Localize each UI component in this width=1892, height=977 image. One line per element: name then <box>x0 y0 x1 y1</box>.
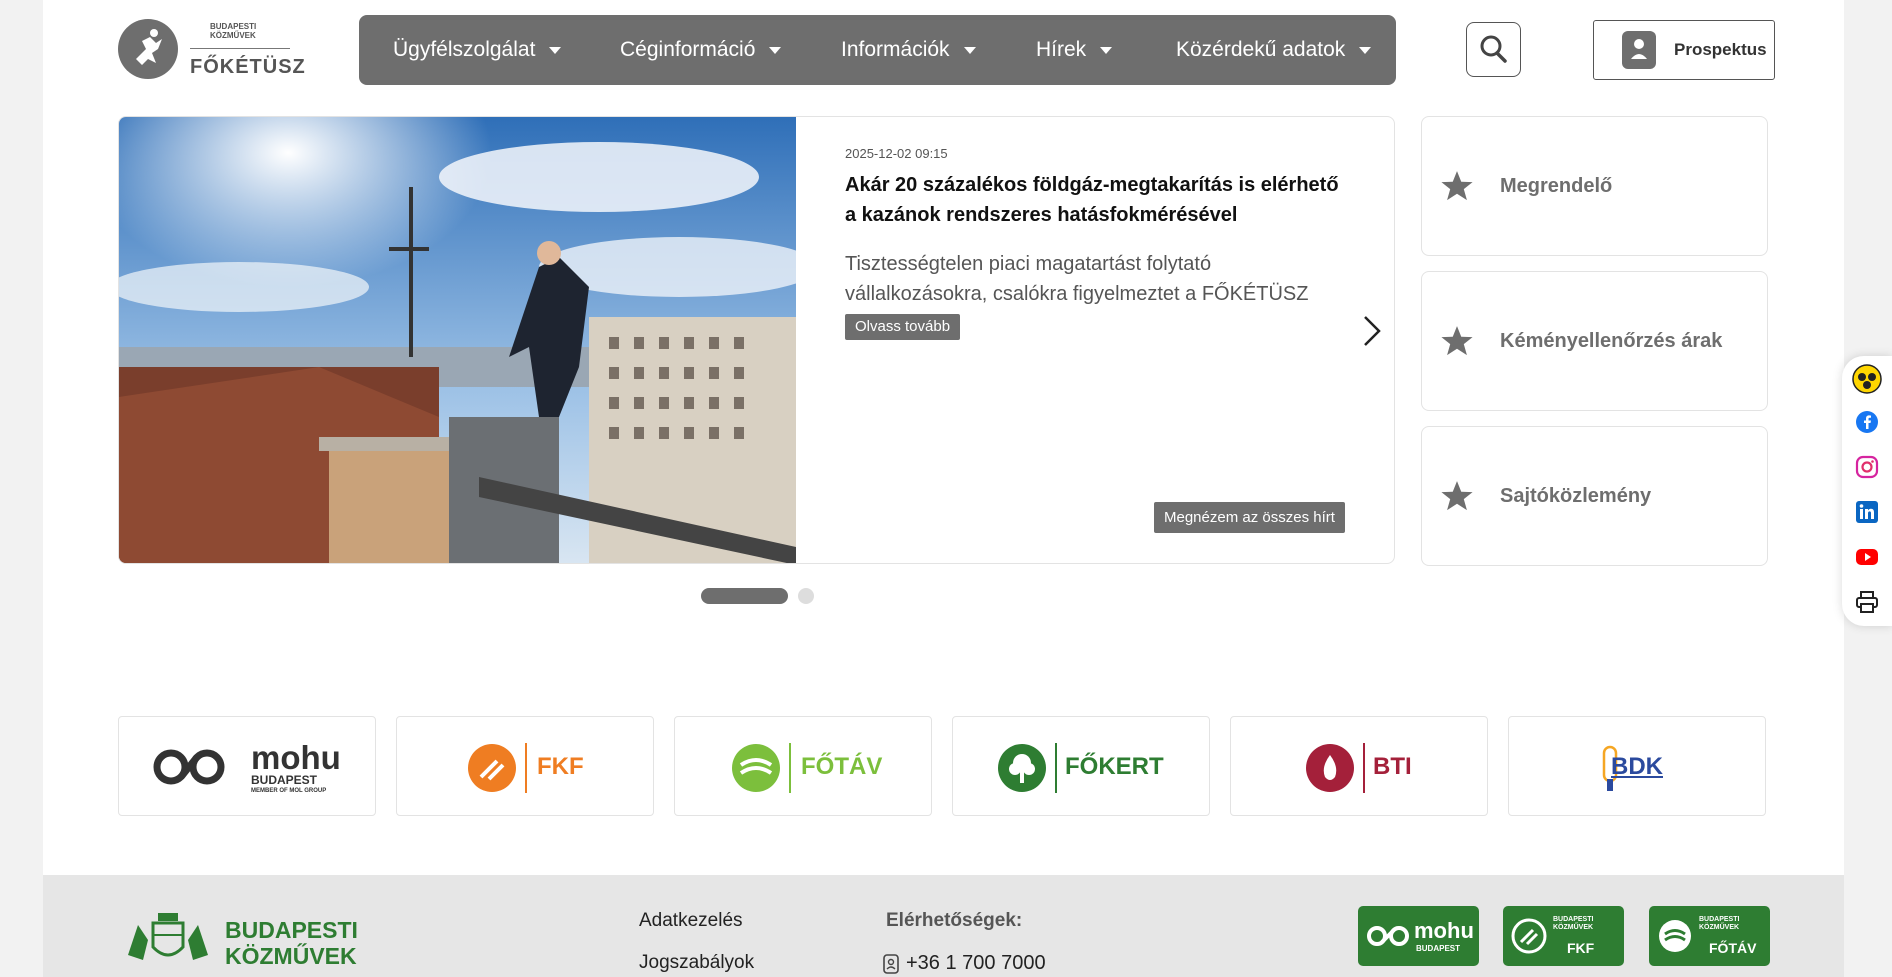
quick-link-sajtokozlemeny[interactable]: Sajtóközlemény <box>1421 426 1768 566</box>
search-icon <box>1480 35 1507 63</box>
slider-dot[interactable] <box>798 588 814 604</box>
footer-logo-sub: BUDAPESTI KÖZMŰVEK <box>1553 916 1594 931</box>
logo-brand[interactable]: FŐKÉTÜSZ <box>190 56 306 79</box>
footer-link-adatkezeles[interactable]: Adatkezelés <box>639 910 743 932</box>
quick-link-kemenyellenorzes-arak[interactable]: Kéményellenőrzés árak <box>1421 271 1768 411</box>
nav-label: Ügyfélszolgálat <box>393 38 536 61</box>
nav-label: Hírek <box>1036 38 1087 61</box>
partner-name: FŐTÁV <box>801 753 883 780</box>
fotav-logo-icon <box>732 744 780 792</box>
footer-brand-line2: KÖZMŰVEK <box>225 943 357 969</box>
partner-bti[interactable]: BTI <box>1230 716 1488 816</box>
logo-small-text: BUDAPESTI KÖZMŰVEK <box>210 22 256 40</box>
quick-link-label: Sajtóközlemény <box>1500 485 1652 507</box>
fkf-logo-icon <box>468 744 516 792</box>
caret-down-icon <box>549 46 562 54</box>
partner-divider <box>789 743 791 793</box>
partner-name: BTI <box>1373 753 1412 780</box>
search-button[interactable] <box>1466 22 1521 77</box>
partner-name: FŐKERT <box>1065 753 1164 780</box>
partner-name: BDK <box>1611 753 1663 780</box>
partner-mohu[interactable]: mohu BUDAPEST MEMBER OF MOL GROUP <box>118 716 376 816</box>
footer-logo-name: FŐTÁV <box>1709 940 1757 956</box>
footer-logo-name: FKF <box>1567 940 1595 956</box>
instagram-icon[interactable] <box>1855 455 1879 479</box>
chimney-sweep-icon <box>136 29 162 65</box>
mohu-logo-icon <box>153 749 225 785</box>
quick-link-label: Kéményellenőrzés árak <box>1500 330 1723 352</box>
main-nav: Ügyfélszolgálat Céginformáció Információ… <box>359 15 1396 85</box>
slider-next-button[interactable] <box>1360 314 1384 348</box>
quick-link-label: Megrendelő <box>1500 175 1613 197</box>
news-date: 2025-12-02 09:15 <box>845 146 948 161</box>
logo-divider <box>190 48 290 49</box>
star-icon <box>1441 171 1473 201</box>
youtube-icon[interactable] <box>1855 545 1879 569</box>
partner-bdk[interactable]: BDK <box>1508 716 1766 816</box>
slider-dot-active[interactable] <box>701 588 788 604</box>
person-badge-icon <box>1622 31 1656 69</box>
partner-name: FKF <box>537 753 584 780</box>
footer-brand[interactable]: BUDAPESTI KÖZMŰVEK <box>225 917 358 969</box>
nav-item-kozerdeku-adatok[interactable]: Közérdekű adatok <box>1176 15 1372 85</box>
caret-down-icon <box>1100 46 1113 54</box>
nav-item-ceginformacio[interactable]: Céginformáció <box>620 15 782 85</box>
nav-label: Információk <box>841 38 950 61</box>
bti-logo-icon <box>1306 744 1354 792</box>
partner-fotav[interactable]: FŐTÁV <box>674 716 932 816</box>
partner-sub2: MEMBER OF MOL GROUP <box>251 788 327 794</box>
nav-item-ugyfelszolgalat[interactable]: Ügyfélszolgálat <box>393 15 562 85</box>
prospectus-label: Prospektus <box>1674 40 1767 59</box>
quick-link-megrendelo[interactable]: Megrendelő <box>1421 116 1768 256</box>
print-icon[interactable] <box>1855 590 1879 614</box>
partner-sub: BUDAPEST <box>251 773 318 787</box>
nav-label: Közérdekű adatok <box>1176 38 1346 61</box>
nav-item-hirek[interactable]: Hírek <box>1036 15 1113 85</box>
logo-line1: BUDAPESTI <box>210 22 257 31</box>
read-more-button[interactable]: Olvass tovább <box>845 314 961 340</box>
accessibility-icon[interactable] <box>1852 364 1882 394</box>
budapest-coat-of-arms-icon <box>128 913 208 960</box>
nav-item-informaciok[interactable]: Információk <box>841 15 976 85</box>
fokert-logo-icon <box>998 744 1046 792</box>
news-photo[interactable] <box>119 117 796 563</box>
footer-phone[interactable]: +36 1 700 7000 <box>906 952 1046 975</box>
phone-icon <box>883 954 899 974</box>
logo-emblem[interactable] <box>118 19 178 79</box>
nav-label: Céginformáció <box>620 38 756 61</box>
caret-down-icon <box>963 46 976 54</box>
facebook-icon[interactable] <box>1855 410 1879 434</box>
footer-logo-fkf[interactable]: BUDAPESTI KÖZMŰVEK FKF <box>1503 906 1624 966</box>
footer-brand-line1: BUDAPESTI <box>225 917 358 943</box>
partner-name: mohu <box>251 739 341 776</box>
partner-divider <box>1055 743 1057 793</box>
all-news-button[interactable]: Megnézem az összes hírt <box>1154 502 1345 533</box>
footer-logo-fotav[interactable]: BUDAPESTI KÖZMŰVEK FŐTÁV <box>1649 906 1770 966</box>
footer-contact-heading: Elérhetőségek: <box>886 910 1023 931</box>
partner-fokert[interactable]: FŐKERT <box>952 716 1210 816</box>
news-lead: Tisztességtelen piaci magatartást folyta… <box>845 253 1309 305</box>
footer-logo-name: mohu <box>1414 918 1474 943</box>
chevron-right-icon <box>1364 316 1381 346</box>
star-icon <box>1441 326 1473 356</box>
prospectus-button[interactable]: Prospektus <box>1593 20 1775 80</box>
linkedin-icon[interactable] <box>1855 500 1879 524</box>
footer-logo-mohu[interactable]: mohu BUDAPEST <box>1358 906 1479 966</box>
footer-logo-sub: BUDAPEST <box>1416 944 1461 953</box>
logo-line2: KÖZMŰVEK <box>210 31 256 40</box>
caret-down-icon <box>1359 46 1372 54</box>
partner-divider <box>525 743 527 793</box>
news-title[interactable]: Akár 20 százalékos földgáz-megtakarítás … <box>845 170 1345 230</box>
partner-divider <box>1363 743 1365 793</box>
fkf-logo-icon <box>1511 918 1547 954</box>
fotav-logo-icon <box>1659 920 1691 952</box>
footer-link-jogszabalyok[interactable]: Jogszabályok <box>639 952 754 974</box>
mohu-logo-icon <box>1367 926 1409 946</box>
caret-down-icon <box>769 46 782 54</box>
partner-fkf[interactable]: FKF <box>396 716 654 816</box>
star-icon <box>1441 481 1473 511</box>
footer-logo-sub: BUDAPESTI KÖZMŰVEK <box>1699 916 1740 931</box>
social-sidebar <box>1842 356 1892 626</box>
